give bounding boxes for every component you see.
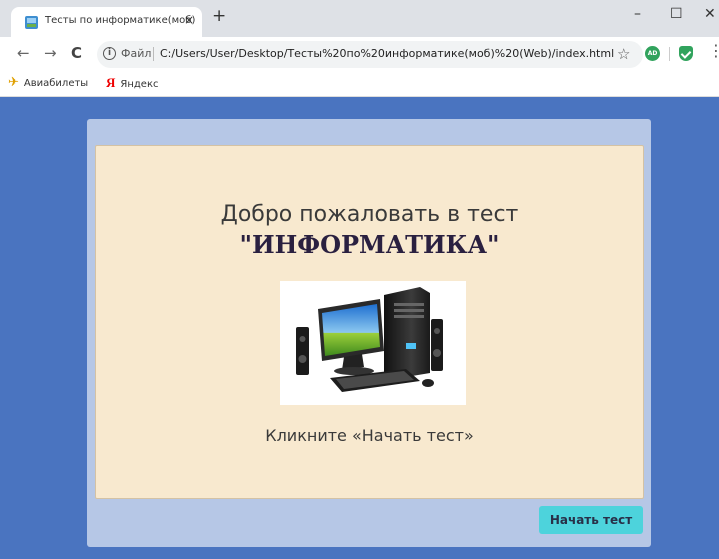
maximize-icon[interactable]: ☐ (670, 6, 683, 22)
plane-icon: ✈ (8, 75, 19, 90)
welcome-heading: Добро пожаловать в тест (220, 202, 519, 227)
bookmark-label: Яндекс (120, 79, 159, 90)
browser-toolbar: ← → C i Файл C:/Users/User/Desktop/Тесты… (0, 37, 719, 72)
browser-menu-icon[interactable]: ⋮ (708, 43, 719, 59)
yandex-icon: Я (106, 75, 116, 90)
tab-close-icon[interactable]: × (184, 13, 194, 27)
info-icon[interactable]: i (103, 47, 116, 60)
welcome-panel: Добро пожаловать в тест "ИНФОРМАТИКА" Кл… (95, 145, 644, 499)
url-text[interactable]: C:/Users/User/Desktop/Тесты%20по%20инфор… (160, 47, 614, 60)
bookmark-aviabilety[interactable]: ✈ Авиабилеты (8, 75, 88, 90)
adblock-extension-icon[interactable]: AD (645, 46, 660, 61)
bookmark-star-icon[interactable]: ☆ (617, 45, 630, 63)
test-container: Добро пожаловать в тест "ИНФОРМАТИКА" Кл… (87, 119, 651, 547)
back-icon[interactable]: ← (17, 46, 30, 61)
computer-illustration (280, 281, 466, 405)
forward-icon[interactable]: → (44, 46, 57, 61)
minimize-icon[interactable]: – (634, 6, 641, 22)
toolbar-divider (669, 47, 670, 61)
tab-title: Тесты по информатике(моб) (45, 15, 196, 26)
start-hint: Кликните «Начать тест» (265, 426, 474, 445)
tab-strip: Тесты по информатике(моб) × + – ☐ ✕ (0, 0, 719, 37)
browser-tab[interactable]: Тесты по информатике(моб) × (11, 7, 202, 37)
page-favicon-icon (25, 16, 38, 29)
url-scheme-label: Файл (121, 47, 152, 60)
address-divider (153, 47, 154, 61)
bookmark-label: Авиабилеты (23, 78, 89, 89)
reload-icon[interactable]: C (71, 46, 82, 61)
bookmarks-bar: ✈ Авиабилеты Я Яндекс (0, 72, 719, 97)
page-viewport: Добро пожаловать в тест "ИНФОРМАТИКА" Кл… (0, 97, 719, 559)
start-test-button[interactable]: Начать тест (539, 506, 643, 534)
close-window-icon[interactable]: ✕ (704, 6, 716, 22)
bookmark-yandex[interactable]: Я Яндекс (106, 75, 158, 91)
test-title: "ИНФОРМАТИКА" (239, 230, 500, 259)
shield-extension-icon[interactable] (679, 46, 693, 61)
computer-icon (296, 287, 443, 392)
new-tab-button[interactable]: + (212, 8, 226, 25)
address-bar[interactable]: i Файл C:/Users/User/Desktop/Тесты%20по%… (97, 41, 643, 68)
